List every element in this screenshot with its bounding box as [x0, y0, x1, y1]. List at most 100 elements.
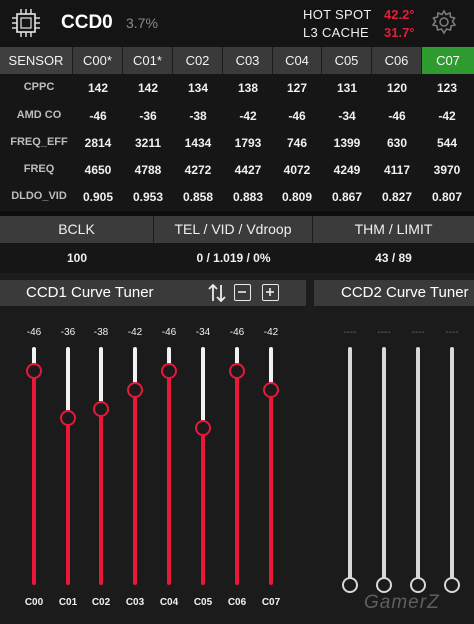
ccd2-slider-knob-4[interactable] — [444, 577, 460, 593]
ccd2-slider-track-2[interactable] — [382, 347, 386, 585]
ccd2-offset-2: ---- — [377, 327, 391, 338]
col-header-c00[interactable]: C00* — [73, 47, 123, 74]
col-header-c07[interactable]: C07 — [422, 47, 474, 74]
table-cell: 3970 — [433, 163, 461, 177]
slider-knob-c00[interactable] — [26, 362, 42, 379]
sensor-table-header: SENSOR C00* C01* C02 C03 C04 C05 C06 C07 — [0, 47, 474, 74]
ccd2-tuner-title: CCD2 Curve Tuner — [341, 284, 469, 301]
table-cell: 142 — [137, 81, 159, 95]
col-header-c05[interactable]: C05 — [322, 47, 372, 74]
table-cell: 0.905 — [82, 190, 114, 204]
table-cell: -34 — [338, 109, 356, 123]
col-header-c01[interactable]: C01* — [123, 47, 173, 74]
minus-icon — [238, 291, 246, 293]
sort-arrows-icon[interactable] — [207, 282, 227, 304]
table-cell: 0.858 — [182, 190, 214, 204]
table-cell: 1399 — [333, 136, 361, 150]
hotspot-label: HOT SPOT — [303, 7, 372, 22]
table-cell: -42 — [239, 109, 257, 123]
slider-track-c00[interactable] — [32, 347, 36, 585]
slider-knob-c02[interactable] — [93, 400, 109, 417]
settings-gear-icon[interactable] — [430, 8, 458, 36]
table-cell: -42 — [438, 109, 456, 123]
table-cell: 127 — [286, 81, 308, 95]
ccd2-slider-track-1[interactable] — [348, 347, 352, 585]
offset-value-c05: -34 — [195, 327, 211, 338]
sensor-table-body: CPPC 142 142 134 138 127 131 120 123 AMD… — [0, 74, 474, 210]
slider-track-c05[interactable] — [201, 347, 205, 585]
ccd2-slider-knob-1[interactable] — [342, 577, 358, 593]
table-cell: 120 — [386, 81, 408, 95]
table-cell: -46 — [89, 109, 107, 123]
table-cell: 0.827 — [381, 190, 413, 204]
ccd2-slider-knob-2[interactable] — [376, 577, 392, 593]
table-cell: -38 — [189, 109, 207, 123]
col-header-c03[interactable]: C03 — [223, 47, 273, 74]
table-cell: 630 — [386, 136, 408, 150]
table-cell: 0.953 — [132, 190, 164, 204]
table-cell: 123 — [436, 81, 458, 95]
row-label: FREQ_EFF — [10, 136, 68, 148]
ccd2-offset-1: ---- — [343, 327, 357, 338]
decrease-button[interactable] — [234, 284, 251, 301]
table-row-freq: FREQ 4650 4788 4272 4427 4072 4249 4117 … — [0, 156, 474, 183]
slider-knob-c04[interactable] — [161, 362, 177, 379]
slider-knob-c05[interactable] — [195, 419, 211, 436]
slider-track-c02[interactable] — [99, 347, 103, 585]
table-cell: 1434 — [184, 136, 212, 150]
ccd2-offset-4: ---- — [445, 327, 459, 338]
offset-value-c02: -38 — [93, 327, 109, 338]
core-label-c03: C03 — [125, 597, 145, 608]
ccd2-slider-track-4[interactable] — [450, 347, 454, 585]
slider-knob-c03[interactable] — [127, 381, 143, 398]
offset-value-c03: -42 — [127, 327, 143, 338]
offset-value-c01: -36 — [60, 327, 76, 338]
cpu-chip-icon — [12, 9, 40, 37]
table-cell: 0.807 — [431, 190, 463, 204]
increase-button[interactable] — [262, 284, 279, 301]
slider-track-c01[interactable] — [66, 347, 70, 585]
offset-value-c04: -46 — [161, 327, 177, 338]
row-label: CPPC — [23, 81, 55, 93]
table-cell: 746 — [286, 136, 308, 150]
ccd2-offset-3: ---- — [411, 327, 425, 338]
table-cell: 0.809 — [281, 190, 313, 204]
col-header-c06[interactable]: C06 — [372, 47, 422, 74]
row-label: FREQ — [23, 163, 55, 175]
ccd1-tuner-title: CCD1 Curve Tuner — [26, 284, 154, 301]
slider-track-c04[interactable] — [167, 347, 171, 585]
slider-knob-c06[interactable] — [229, 362, 245, 379]
ccd-title: CCD0 — [61, 12, 113, 33]
l3-cache-value: 31.7° — [384, 25, 415, 40]
ccd2-slider-track-3[interactable] — [416, 347, 420, 585]
table-cell: -46 — [288, 109, 306, 123]
col-header-sensor[interactable]: SENSOR — [0, 47, 73, 74]
table-cell: 131 — [336, 81, 358, 95]
header-bar: CCD0 3.7% HOT SPOT 42.2° L3 CACHE 31.7° — [0, 0, 474, 47]
tel-header: TEL / VID / Vdroop — [154, 216, 313, 243]
col-header-c02[interactable]: C02 — [173, 47, 223, 74]
core-label-c00: C00 — [24, 597, 44, 608]
thm-header: THM / LIMIT — [313, 216, 474, 243]
core-label-c04: C04 — [159, 597, 179, 608]
bclk-header: BCLK — [0, 216, 154, 243]
l3-cache-label: L3 CACHE — [303, 25, 369, 40]
table-cell: 0.883 — [232, 190, 264, 204]
table-cell: 4072 — [283, 163, 311, 177]
col-header-c04[interactable]: C04 — [273, 47, 322, 74]
slider-knob-c01[interactable] — [60, 410, 76, 427]
table-row-amd-co: AMD CO -46 -36 -38 -42 -46 -34 -46 -42 — [0, 102, 474, 129]
table-cell: 4117 — [383, 163, 411, 177]
table-cell: 4272 — [184, 163, 212, 177]
table-cell: 138 — [237, 81, 259, 95]
table-cell: 4427 — [234, 163, 262, 177]
table-cell: 0.867 — [331, 190, 363, 204]
row-label: AMD CO — [16, 109, 62, 121]
slider-knob-c07[interactable] — [263, 381, 279, 398]
table-cell: 134 — [187, 81, 209, 95]
slider-track-c06[interactable] — [235, 347, 239, 585]
watermark-text: GamerZ — [364, 592, 440, 613]
ccd2-tuner-header: CCD2 Curve Tuner — [314, 280, 474, 306]
ccd2-slider-knob-3[interactable] — [410, 577, 426, 593]
table-cell: -46 — [388, 109, 406, 123]
